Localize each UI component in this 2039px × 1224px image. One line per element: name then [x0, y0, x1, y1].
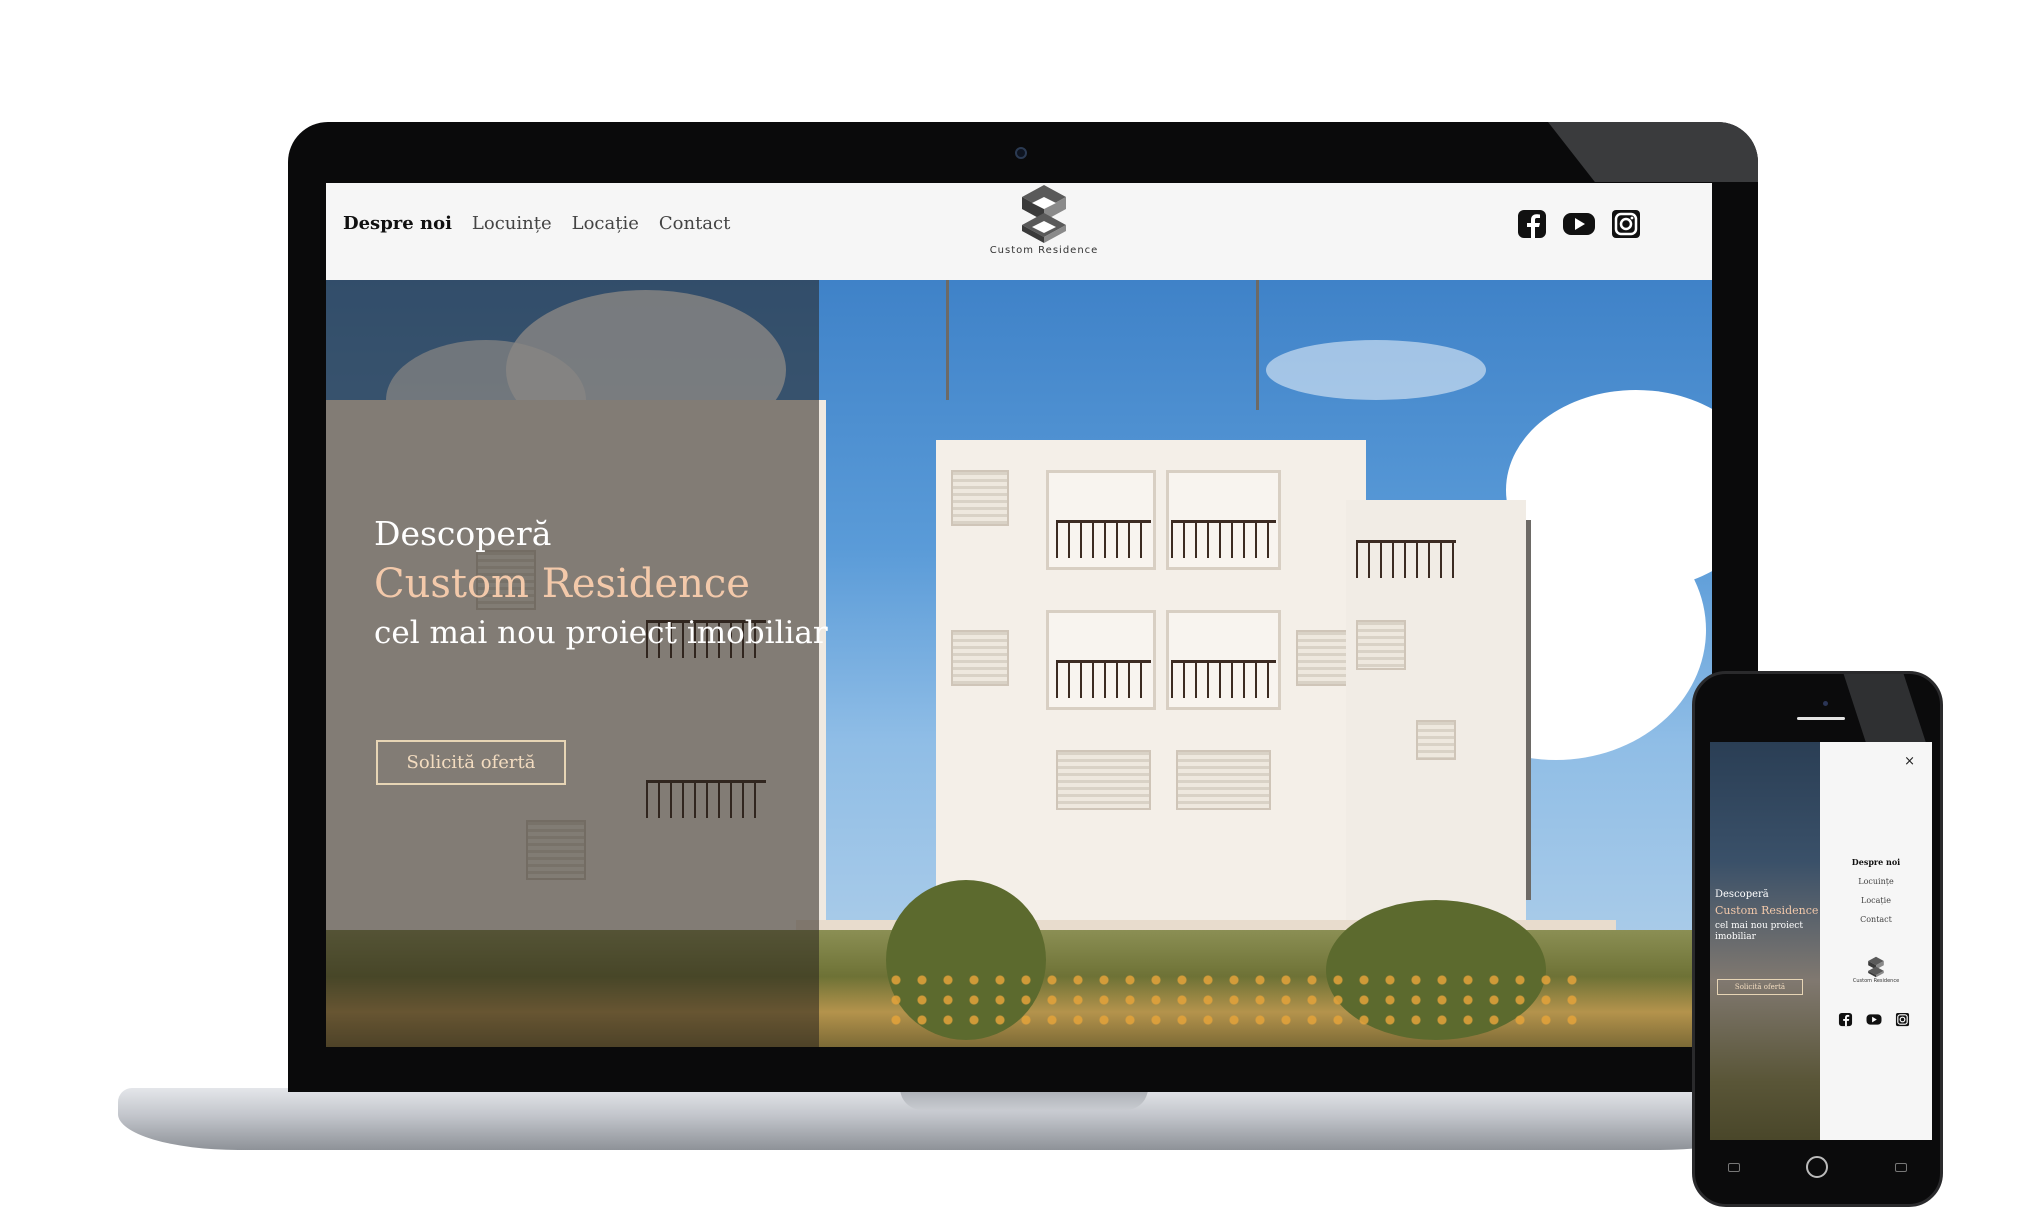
- mobile-nav-item-contact[interactable]: Contact: [1820, 915, 1932, 924]
- hero-heading-1: Descoperă: [374, 514, 552, 553]
- phone-device: Descoperă Custom Residence cel mai nou p…: [1692, 671, 1943, 1207]
- webcam: [1015, 147, 1027, 159]
- logo-mark-icon: [1868, 956, 1884, 978]
- mobile-logo-text: Custom Residence: [1852, 978, 1900, 984]
- nav-item-locuinte[interactable]: Locuințe: [472, 213, 552, 234]
- youtube-icon[interactable]: [1866, 1012, 1882, 1031]
- logo-text: Custom Residence: [989, 245, 1099, 256]
- nav-item-despre-noi[interactable]: Despre noi: [343, 213, 452, 234]
- logo-mark-icon: [1022, 185, 1066, 243]
- phone-hardware-buttons: [1695, 1156, 1940, 1178]
- building-right: [1346, 500, 1526, 940]
- instagram-icon[interactable]: [1610, 208, 1642, 244]
- facebook-icon[interactable]: [1838, 1012, 1853, 1031]
- mobile-nav-item-locatie[interactable]: Locație: [1820, 896, 1932, 905]
- mobile-hero-text: Descoperă Custom Residence cel mai nou p…: [1715, 889, 1823, 943]
- laptop-screen: Despre noi Locuințe Locație Contact Cust…: [326, 183, 1712, 1047]
- social-links: [1516, 208, 1642, 244]
- antenna: [946, 280, 949, 400]
- nav-item-locatie[interactable]: Locație: [572, 213, 639, 234]
- mobile-nav: Despre noi Locuințe Locație Contact: [1820, 857, 1932, 934]
- laptop-lid: Despre noi Locuințe Locație Contact Cust…: [288, 122, 1758, 1092]
- hero-heading-3: cel mai nou proiect imobiliar: [374, 615, 828, 651]
- phone-camera: [1823, 701, 1828, 706]
- hero-text: Descoperă Custom Residence cel mai nou p…: [374, 514, 828, 651]
- youtube-icon[interactable]: [1562, 208, 1596, 244]
- mobile-nav-item-despre-noi[interactable]: Despre noi: [1820, 857, 1932, 867]
- close-icon[interactable]: ×: [1904, 754, 1915, 769]
- recent-apps-icon[interactable]: [1728, 1162, 1741, 1172]
- phone-screen: Descoperă Custom Residence cel mai nou p…: [1710, 742, 1932, 1140]
- hero-heading-2: Custom Residence: [374, 561, 750, 607]
- mobile-hero-heading-1: Descoperă: [1715, 889, 1769, 900]
- mobile-social-links: [1838, 1012, 1910, 1031]
- mobile-logo[interactable]: Custom Residence: [1820, 956, 1932, 984]
- facebook-icon[interactable]: [1516, 208, 1548, 244]
- lid-glare: [1548, 122, 1758, 182]
- phone-speaker: [1797, 717, 1845, 720]
- utility-pole: [1526, 520, 1531, 900]
- main-nav: Despre noi Locuințe Locație Contact: [343, 213, 730, 234]
- flowers: [886, 970, 1586, 1030]
- phone-glare: [1843, 674, 1927, 744]
- building-main: [936, 440, 1366, 960]
- instagram-icon[interactable]: [1895, 1012, 1910, 1031]
- nav-item-contact[interactable]: Contact: [659, 213, 730, 234]
- site-logo[interactable]: Custom Residence: [984, 183, 1104, 256]
- mobile-request-offer-button[interactable]: Solicită ofertă: [1717, 979, 1803, 995]
- back-icon[interactable]: [1894, 1162, 1907, 1172]
- mobile-nav-item-locuinte[interactable]: Locuințe: [1820, 877, 1932, 886]
- cloud: [1266, 340, 1486, 400]
- site-header: Despre noi Locuințe Locație Contact Cust…: [326, 183, 1712, 280]
- mobile-hero-heading-3: cel mai nou proiect imobiliar: [1715, 921, 1803, 942]
- home-button-icon[interactable]: [1806, 1156, 1829, 1178]
- mobile-hero-heading-2: Custom Residence: [1715, 904, 1819, 917]
- mobile-menu-panel: × Despre noi Locuințe Locație Contact Cu…: [1820, 742, 1932, 1140]
- request-offer-button[interactable]: Solicită ofertă: [376, 740, 566, 785]
- hero-overlay: [326, 280, 819, 1047]
- antenna: [1256, 280, 1259, 410]
- hero-section: Descoperă Custom Residence cel mai nou p…: [326, 280, 1712, 1047]
